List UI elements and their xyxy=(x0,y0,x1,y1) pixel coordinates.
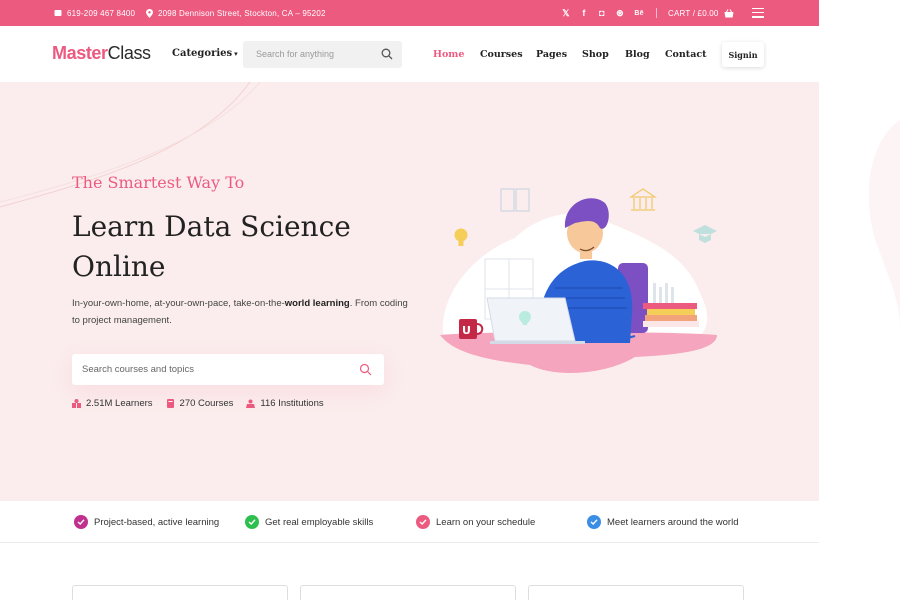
phone-icon xyxy=(54,10,62,16)
phone-contact[interactable]: 619-209 467 8400 xyxy=(54,0,135,26)
address-contact: 2098 Dennison Street, Stockton, CA – 952… xyxy=(146,0,326,26)
feature-label: Meet learners around the world xyxy=(607,516,739,528)
behance-icon[interactable]: Bē xyxy=(629,10,649,17)
stat-institutions-label: 116 Institutions xyxy=(260,398,324,409)
header-search-input[interactable]: Search for anything xyxy=(256,49,334,59)
hero-description-pre: In-your-own-home, at-your-own-pace, take… xyxy=(72,298,285,309)
stat-courses-label: 270 Courses xyxy=(179,398,234,409)
search-icon[interactable] xyxy=(359,363,372,376)
hero-tagline: The Smartest Way To xyxy=(72,173,245,192)
stat-courses: 270 Courses xyxy=(166,398,234,409)
feature-label: Get real employable skills xyxy=(265,516,374,528)
logo-part-class: Class xyxy=(107,43,151,63)
pinterest-icon[interactable]: ⊛ xyxy=(611,8,629,19)
course-card[interactable] xyxy=(300,585,516,600)
hero-search-box[interactable]: Search courses and topics xyxy=(72,354,384,385)
social-links: 𝕏 f ◘ ⊛ Bē xyxy=(557,0,649,26)
topbar-divider xyxy=(656,8,657,18)
hero-illustration: U xyxy=(440,188,717,373)
decorative-shape xyxy=(868,120,900,330)
nav-courses[interactable]: Courses xyxy=(480,49,523,60)
check-badge-icon xyxy=(587,515,601,529)
facebook-icon[interactable]: f xyxy=(575,8,593,18)
cart-link[interactable]: CART / £0.00 xyxy=(668,0,734,26)
hero-section: The Smartest Way To Learn Data Science O… xyxy=(0,82,819,501)
laptop-icon xyxy=(486,297,576,342)
basket-icon xyxy=(724,8,734,17)
stat-learners: 2.51M Learners xyxy=(72,398,153,409)
hero-heading: Learn Data Science Online xyxy=(72,207,402,287)
nav-blog[interactable]: Blog xyxy=(625,49,650,60)
learners-icon xyxy=(72,399,81,408)
instagram-icon[interactable]: ◘ xyxy=(593,8,611,18)
hero-search-input[interactable]: Search courses and topics xyxy=(82,364,194,375)
search-icon[interactable] xyxy=(381,48,393,60)
hero-heading-line1: Learn Data Science xyxy=(72,210,351,243)
cart-label: CART / £0.00 xyxy=(668,8,719,18)
book-open-icon xyxy=(500,188,530,212)
check-badge-icon xyxy=(416,515,430,529)
nav-pages[interactable]: Pages xyxy=(536,49,567,60)
categories-dropdown[interactable]: Categories ▾ xyxy=(172,48,238,59)
nav-shop[interactable]: Shop xyxy=(582,49,609,60)
logo[interactable]: MasterClass xyxy=(52,43,151,64)
stat-learners-label: 2.51M Learners xyxy=(86,398,153,409)
hero-stats: 2.51M Learners 270 Courses 116 Instituti… xyxy=(72,398,324,409)
feature-label: Learn on your schedule xyxy=(436,516,536,528)
hero-description: In-your-own-home, at-your-own-pace, take… xyxy=(72,295,412,329)
hero-heading-line2: Online xyxy=(72,250,166,283)
logo-part-master: Master xyxy=(52,43,108,63)
page: 619-209 467 8400 2098 Dennison Street, S… xyxy=(0,0,819,600)
courses-icon xyxy=(166,399,174,408)
feature-label: Project-based, active learning xyxy=(94,516,220,528)
lightbulb-icon xyxy=(454,228,468,246)
institutions-icon xyxy=(246,399,256,408)
twitter-icon[interactable]: 𝕏 xyxy=(557,8,575,19)
svg-text:U: U xyxy=(462,324,471,337)
check-badge-icon xyxy=(245,515,259,529)
feature-item: Get real employable skills xyxy=(245,515,373,529)
chevron-down-icon: ▾ xyxy=(234,49,238,58)
hero-description-bold: world learning xyxy=(284,298,350,309)
nav-contact[interactable]: Contact xyxy=(665,49,707,60)
phone-number: 619-209 467 8400 xyxy=(67,8,136,18)
feature-item: Meet learners around the world xyxy=(587,515,739,529)
location-pin-icon xyxy=(146,8,153,18)
graduation-cap-icon xyxy=(693,225,717,243)
feature-item: Learn on your schedule xyxy=(416,515,535,529)
course-card[interactable] xyxy=(528,585,744,600)
top-bar: 619-209 467 8400 2098 Dennison Street, S… xyxy=(0,0,819,26)
nav-home[interactable]: Home xyxy=(433,49,464,60)
stat-institutions: 116 Institutions xyxy=(246,398,324,409)
signin-button[interactable]: Signin xyxy=(722,42,764,67)
address-text: 2098 Dennison Street, Stockton, CA – 952… xyxy=(158,8,326,18)
right-margin xyxy=(819,0,900,600)
main-header: MasterClass Categories ▾ Search for anyth… xyxy=(0,26,819,82)
course-card[interactable] xyxy=(72,585,288,600)
bank-icon xyxy=(629,188,657,211)
hamburger-menu-icon[interactable] xyxy=(752,8,764,18)
check-badge-icon xyxy=(74,515,88,529)
header-search-box[interactable]: Search for anything xyxy=(243,41,402,68)
decorative-arc xyxy=(0,82,261,208)
feature-item: Project-based, active learning xyxy=(74,515,219,529)
categories-label: Categories xyxy=(172,48,233,59)
features-bar: Project-based, active learning Get real … xyxy=(0,501,819,543)
